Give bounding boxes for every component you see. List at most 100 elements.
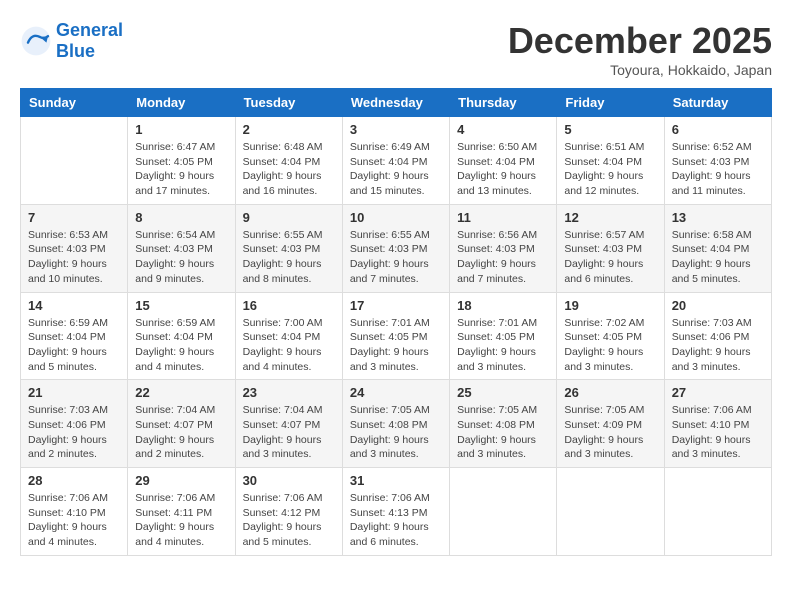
logo: General Blue [20, 20, 123, 62]
daylight-text: Daylight: 9 hours and 7 minutes. [457, 258, 536, 285]
sunrise-text: Sunrise: 6:56 AM [457, 229, 537, 241]
sunrise-text: Sunrise: 6:54 AM [135, 229, 215, 241]
page-header: General Blue December 2025 Toyoura, Hokk… [20, 20, 772, 78]
sunset-text: Sunset: 4:03 PM [564, 243, 642, 255]
daylight-text: Daylight: 9 hours and 3 minutes. [672, 434, 751, 461]
calendar-cell: 8 Sunrise: 6:54 AM Sunset: 4:03 PM Dayli… [128, 204, 235, 292]
sunrise-text: Sunrise: 7:06 AM [243, 492, 323, 504]
calendar-week-row: 28 Sunrise: 7:06 AM Sunset: 4:10 PM Dayl… [21, 468, 772, 556]
day-number: 15 [135, 298, 227, 313]
daylight-text: Daylight: 9 hours and 4 minutes. [135, 521, 214, 548]
calendar-cell: 19 Sunrise: 7:02 AM Sunset: 4:05 PM Dayl… [557, 292, 664, 380]
day-number: 2 [243, 122, 335, 137]
location: Toyoura, Hokkaido, Japan [508, 62, 772, 78]
day-number: 19 [564, 298, 656, 313]
sunset-text: Sunset: 4:09 PM [564, 419, 642, 431]
day-info: Sunrise: 7:05 AM Sunset: 4:08 PM Dayligh… [457, 403, 549, 462]
sunset-text: Sunset: 4:08 PM [350, 419, 428, 431]
daylight-text: Daylight: 9 hours and 3 minutes. [350, 434, 429, 461]
weekday-header: Saturday [664, 89, 771, 117]
daylight-text: Daylight: 9 hours and 16 minutes. [243, 170, 322, 197]
sunset-text: Sunset: 4:05 PM [457, 331, 535, 343]
sunrise-text: Sunrise: 6:57 AM [564, 229, 644, 241]
day-number: 7 [28, 210, 120, 225]
day-info: Sunrise: 7:06 AM Sunset: 4:11 PM Dayligh… [135, 491, 227, 550]
sunrise-text: Sunrise: 7:05 AM [350, 404, 430, 416]
daylight-text: Daylight: 9 hours and 8 minutes. [243, 258, 322, 285]
day-number: 9 [243, 210, 335, 225]
calendar-cell: 12 Sunrise: 6:57 AM Sunset: 4:03 PM Dayl… [557, 204, 664, 292]
daylight-text: Daylight: 9 hours and 3 minutes. [350, 346, 429, 373]
calendar-cell: 14 Sunrise: 6:59 AM Sunset: 4:04 PM Dayl… [21, 292, 128, 380]
calendar-cell: 3 Sunrise: 6:49 AM Sunset: 4:04 PM Dayli… [342, 117, 449, 205]
sunrise-text: Sunrise: 6:51 AM [564, 141, 644, 153]
day-number: 30 [243, 473, 335, 488]
day-info: Sunrise: 6:55 AM Sunset: 4:03 PM Dayligh… [243, 228, 335, 287]
calendar-header-row: SundayMondayTuesdayWednesdayThursdayFrid… [21, 89, 772, 117]
day-number: 12 [564, 210, 656, 225]
sunset-text: Sunset: 4:03 PM [350, 243, 428, 255]
sunset-text: Sunset: 4:04 PM [28, 331, 106, 343]
day-number: 3 [350, 122, 442, 137]
day-info: Sunrise: 7:00 AM Sunset: 4:04 PM Dayligh… [243, 316, 335, 375]
day-number: 8 [135, 210, 227, 225]
daylight-text: Daylight: 9 hours and 3 minutes. [672, 346, 751, 373]
calendar-cell: 21 Sunrise: 7:03 AM Sunset: 4:06 PM Dayl… [21, 380, 128, 468]
calendar-cell [664, 468, 771, 556]
sunset-text: Sunset: 4:11 PM [135, 507, 212, 519]
calendar-cell: 4 Sunrise: 6:50 AM Sunset: 4:04 PM Dayli… [450, 117, 557, 205]
day-number: 1 [135, 122, 227, 137]
calendar-week-row: 1 Sunrise: 6:47 AM Sunset: 4:05 PM Dayli… [21, 117, 772, 205]
weekday-header: Sunday [21, 89, 128, 117]
sunset-text: Sunset: 4:03 PM [672, 156, 750, 168]
sunrise-text: Sunrise: 6:53 AM [28, 229, 108, 241]
sunset-text: Sunset: 4:03 PM [457, 243, 535, 255]
day-info: Sunrise: 6:48 AM Sunset: 4:04 PM Dayligh… [243, 140, 335, 199]
day-info: Sunrise: 6:53 AM Sunset: 4:03 PM Dayligh… [28, 228, 120, 287]
sunset-text: Sunset: 4:03 PM [243, 243, 321, 255]
day-info: Sunrise: 7:02 AM Sunset: 4:05 PM Dayligh… [564, 316, 656, 375]
daylight-text: Daylight: 9 hours and 7 minutes. [350, 258, 429, 285]
sunrise-text: Sunrise: 6:50 AM [457, 141, 537, 153]
day-info: Sunrise: 6:58 AM Sunset: 4:04 PM Dayligh… [672, 228, 764, 287]
weekday-header: Tuesday [235, 89, 342, 117]
sunrise-text: Sunrise: 6:48 AM [243, 141, 323, 153]
calendar-cell [557, 468, 664, 556]
sunrise-text: Sunrise: 7:06 AM [135, 492, 215, 504]
day-info: Sunrise: 6:59 AM Sunset: 4:04 PM Dayligh… [28, 316, 120, 375]
daylight-text: Daylight: 9 hours and 3 minutes. [564, 434, 643, 461]
calendar-week-row: 14 Sunrise: 6:59 AM Sunset: 4:04 PM Dayl… [21, 292, 772, 380]
sunrise-text: Sunrise: 6:49 AM [350, 141, 430, 153]
sunset-text: Sunset: 4:04 PM [457, 156, 535, 168]
daylight-text: Daylight: 9 hours and 12 minutes. [564, 170, 643, 197]
sunset-text: Sunset: 4:12 PM [243, 507, 321, 519]
sunrise-text: Sunrise: 7:01 AM [457, 317, 537, 329]
day-info: Sunrise: 7:01 AM Sunset: 4:05 PM Dayligh… [350, 316, 442, 375]
sunset-text: Sunset: 4:05 PM [135, 156, 213, 168]
calendar-cell: 18 Sunrise: 7:01 AM Sunset: 4:05 PM Dayl… [450, 292, 557, 380]
logo-icon [20, 25, 52, 57]
daylight-text: Daylight: 9 hours and 5 minutes. [672, 258, 751, 285]
calendar-cell: 20 Sunrise: 7:03 AM Sunset: 4:06 PM Dayl… [664, 292, 771, 380]
calendar-cell [450, 468, 557, 556]
calendar-cell: 5 Sunrise: 6:51 AM Sunset: 4:04 PM Dayli… [557, 117, 664, 205]
sunrise-text: Sunrise: 6:52 AM [672, 141, 752, 153]
weekday-header: Wednesday [342, 89, 449, 117]
day-info: Sunrise: 7:01 AM Sunset: 4:05 PM Dayligh… [457, 316, 549, 375]
weekday-header: Monday [128, 89, 235, 117]
day-number: 24 [350, 385, 442, 400]
day-info: Sunrise: 6:51 AM Sunset: 4:04 PM Dayligh… [564, 140, 656, 199]
calendar-cell: 7 Sunrise: 6:53 AM Sunset: 4:03 PM Dayli… [21, 204, 128, 292]
day-number: 14 [28, 298, 120, 313]
daylight-text: Daylight: 9 hours and 3 minutes. [243, 434, 322, 461]
calendar-cell: 16 Sunrise: 7:00 AM Sunset: 4:04 PM Dayl… [235, 292, 342, 380]
daylight-text: Daylight: 9 hours and 4 minutes. [28, 521, 107, 548]
sunrise-text: Sunrise: 6:47 AM [135, 141, 215, 153]
day-info: Sunrise: 6:57 AM Sunset: 4:03 PM Dayligh… [564, 228, 656, 287]
calendar-cell: 23 Sunrise: 7:04 AM Sunset: 4:07 PM Dayl… [235, 380, 342, 468]
sunset-text: Sunset: 4:04 PM [564, 156, 642, 168]
daylight-text: Daylight: 9 hours and 17 minutes. [135, 170, 214, 197]
day-number: 31 [350, 473, 442, 488]
sunrise-text: Sunrise: 7:03 AM [672, 317, 752, 329]
calendar-cell: 29 Sunrise: 7:06 AM Sunset: 4:11 PM Dayl… [128, 468, 235, 556]
